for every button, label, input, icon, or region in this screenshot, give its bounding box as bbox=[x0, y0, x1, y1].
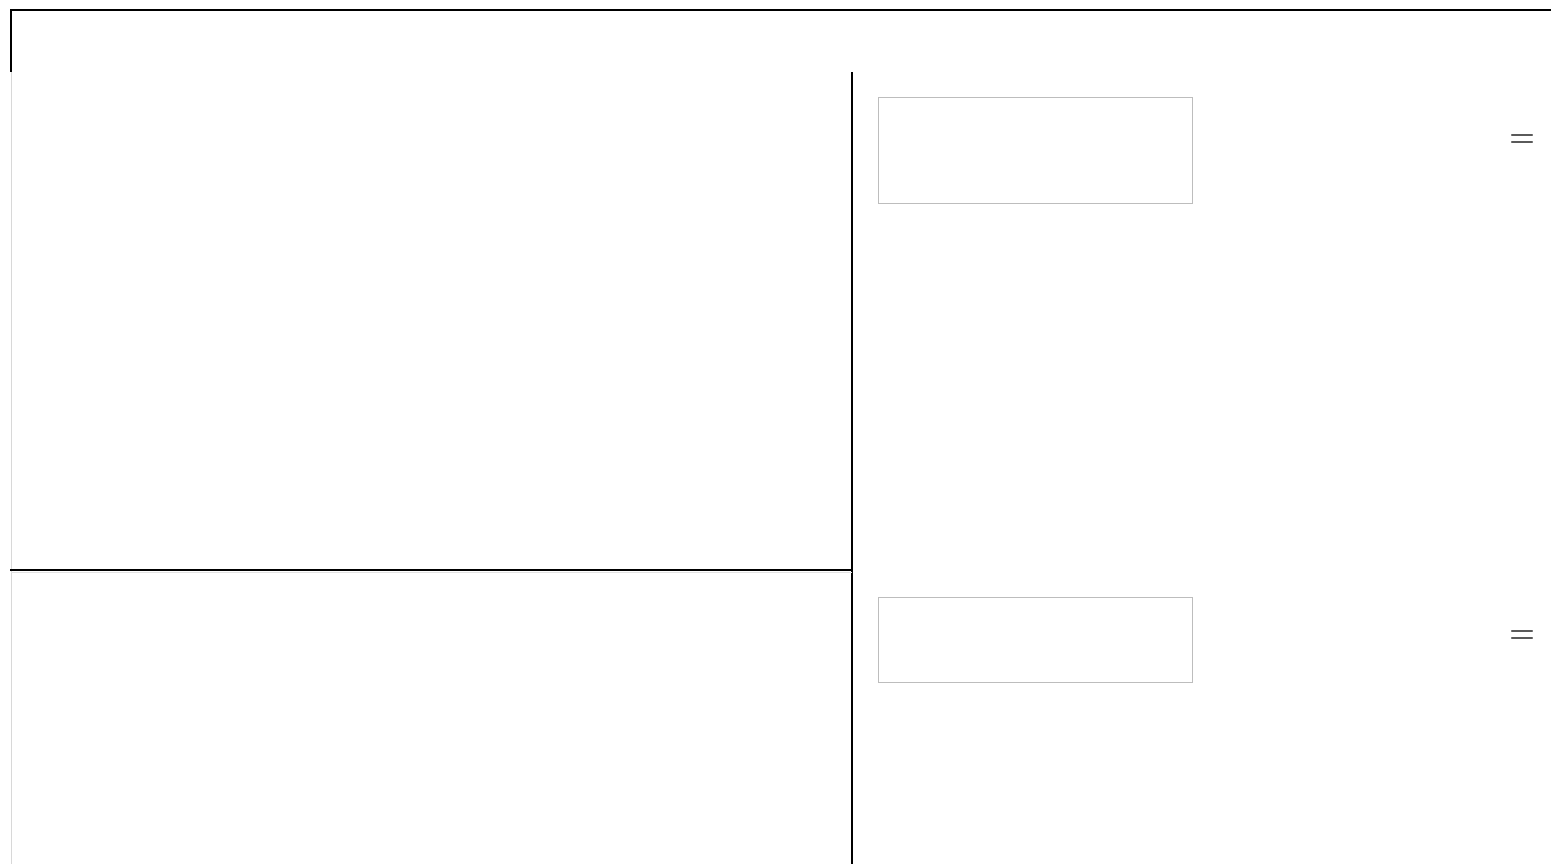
table-left-border bbox=[11, 72, 12, 864]
hamburger-menu-icon[interactable] bbox=[1511, 134, 1533, 143]
results-table bbox=[0, 0, 1551, 864]
row-divider bbox=[10, 569, 852, 571]
column-divider bbox=[851, 72, 853, 864]
repeat-view-waterfall-thumbnail[interactable] bbox=[878, 597, 1193, 683]
first-view-waterfall-thumbnail[interactable] bbox=[878, 97, 1193, 204]
hamburger-menu-icon[interactable] bbox=[1511, 630, 1533, 639]
header-left-border bbox=[10, 9, 12, 72]
repeat-view-screenshot-thumbnail[interactable] bbox=[1252, 608, 1542, 864]
row-divider-light bbox=[11, 572, 852, 573]
first-view-screenshot-thumbnail[interactable] bbox=[1252, 112, 1542, 557]
table-top-border bbox=[10, 9, 1551, 11]
